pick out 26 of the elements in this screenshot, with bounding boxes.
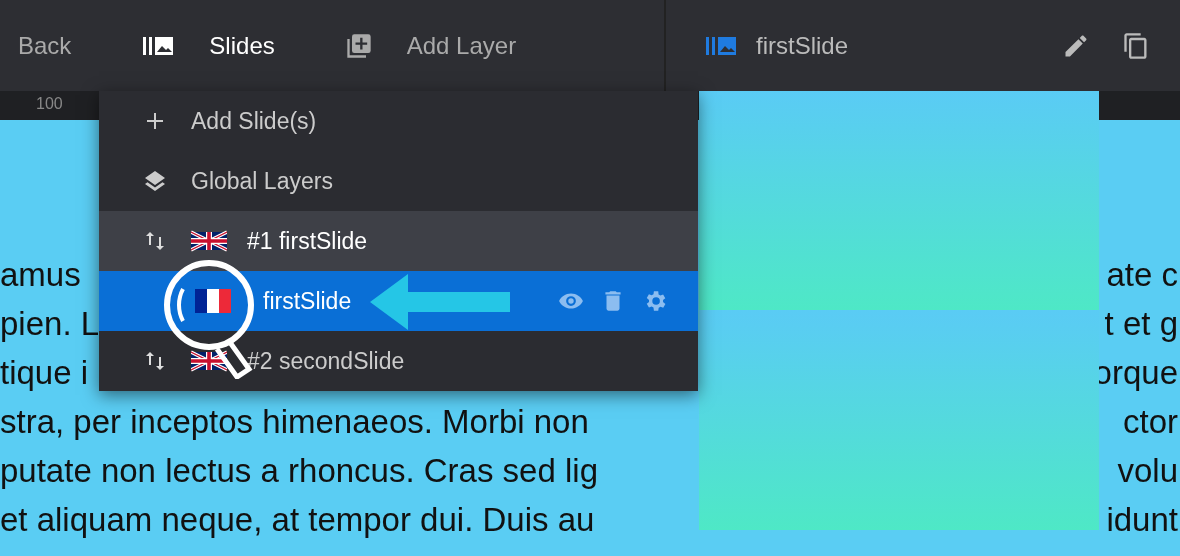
slide-item[interactable]: #2 secondSlide bbox=[99, 331, 698, 391]
body-text: amus bbox=[0, 255, 81, 295]
toolbar-tab[interactable]: Slides bbox=[209, 31, 275, 60]
body-text: pien. L bbox=[0, 304, 100, 344]
body-text: stra, per inceptos himenaeos. Morbi non bbox=[0, 402, 589, 442]
duplicate-icon[interactable] bbox=[1122, 31, 1150, 60]
toolbar-tab[interactable]: Add Layer bbox=[406, 31, 517, 60]
body-text: putate non lectus a rhoncus. Cras sed lig bbox=[0, 451, 598, 491]
slide-item[interactable]: #1 firstSlide bbox=[99, 211, 698, 271]
french-flag-icon bbox=[195, 289, 231, 313]
menu-item[interactable]: Global Layers bbox=[99, 151, 698, 211]
body-text: t et g bbox=[1104, 304, 1178, 344]
body-text: et aliquam neque, at tempor dui. Duis au bbox=[0, 500, 595, 540]
back-button[interactable]: Back bbox=[18, 31, 72, 60]
body-text: tique i bbox=[0, 353, 89, 393]
body-text: volu bbox=[1117, 451, 1178, 491]
menu-item[interactable]: Add Slide(s) bbox=[99, 91, 698, 151]
ruler-label: 100 bbox=[36, 95, 63, 113]
body-text: ctor bbox=[1123, 402, 1178, 442]
current-slide-title: firstSlide bbox=[756, 31, 849, 60]
uk-flag-icon bbox=[191, 230, 227, 252]
body-text: ate c bbox=[1106, 255, 1178, 295]
add-layer-icon bbox=[344, 31, 373, 60]
body-text: idunt bbox=[1106, 500, 1178, 540]
uk-flag-icon bbox=[191, 350, 227, 372]
layers-icon bbox=[143, 169, 167, 193]
